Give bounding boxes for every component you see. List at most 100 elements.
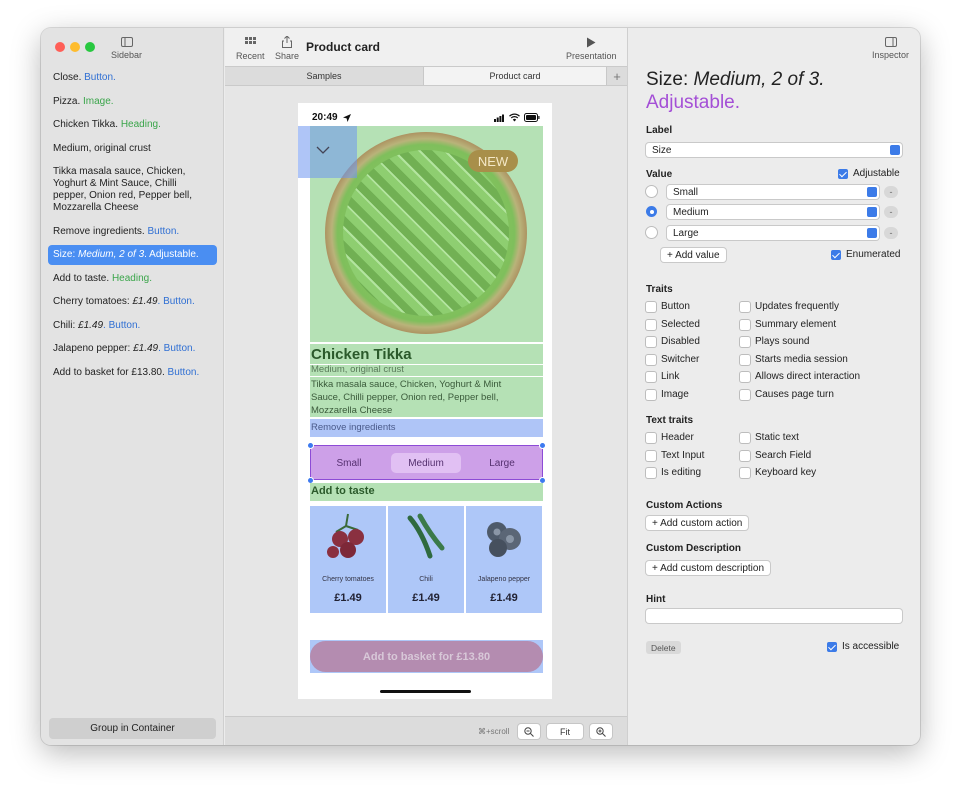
value-field-large[interactable]: Large [667, 226, 879, 240]
trait-checkbox[interactable] [646, 337, 656, 348]
list-item-selected[interactable]: Size: Medium, 2 of 3. Adjustable. [48, 245, 217, 265]
trait-label: Static text [755, 432, 799, 443]
list-item[interactable]: Chili: £1.49. Button. [48, 316, 217, 336]
trait-checkbox[interactable] [740, 433, 750, 443]
canvas-area: Recent Share Product card Presentation S… [225, 28, 627, 745]
trait-checkbox[interactable] [740, 372, 750, 383]
trait-checkbox[interactable] [646, 354, 656, 365]
trait-checkbox[interactable] [646, 468, 656, 479]
inspector-toggle-button[interactable]: Inspector [872, 37, 909, 60]
trait-checkbox[interactable] [646, 390, 656, 400]
add-value-button[interactable]: + Add value [661, 248, 726, 262]
trait-checkbox[interactable] [740, 468, 750, 479]
recent-button[interactable]: Recent [236, 37, 265, 61]
close-button[interactable] [298, 126, 357, 178]
hint-input[interactable] [646, 609, 902, 623]
topping-cherry-tomatoes[interactable]: Cherry tomatoes £1.49 [310, 506, 386, 613]
resize-handle[interactable] [539, 442, 546, 449]
location-icon [343, 114, 351, 122]
add-custom-description-button[interactable]: + Add custom description [646, 561, 771, 575]
list-item[interactable]: Close. Button. [48, 68, 217, 88]
list-item[interactable]: Chicken Tikka. Heading. [48, 115, 217, 135]
trait-checkbox[interactable] [646, 450, 656, 461]
add-to-basket-button[interactable]: Add to basket for £13.80 [310, 640, 543, 673]
trait-checkbox[interactable] [740, 390, 750, 400]
label-field[interactable]: Size [646, 143, 902, 157]
list-item[interactable]: Add to taste. Heading. [48, 269, 217, 289]
sidebar-toggle-button[interactable]: Sidebar [111, 37, 142, 60]
size-option-medium[interactable]: Medium [391, 453, 461, 473]
list-item[interactable]: Jalapeno pepper: £1.49. Button. [48, 339, 217, 359]
minimize-window-button[interactable] [70, 42, 80, 52]
zoom-in-icon [596, 726, 606, 737]
list-item[interactable]: Add to basket for £13.80. Button. [48, 363, 217, 383]
trait-checkbox[interactable] [740, 450, 750, 461]
enumerated-checkbox[interactable] [831, 250, 841, 260]
trait-checkbox[interactable] [646, 372, 656, 383]
list-item[interactable]: Medium, original crust [48, 139, 217, 159]
list-item[interactable]: Remove ingredients. Button. [48, 222, 217, 242]
topping-price: £1.49 [490, 592, 518, 604]
value-radio-large[interactable] [646, 227, 657, 238]
element-summary-title: Size: Medium, 2 of 3. Adjustable. [646, 69, 825, 113]
topping-name: Jalapeno pepper [477, 576, 531, 583]
scroll-hint: ⌘+scroll [478, 727, 510, 736]
value-field-medium[interactable]: Medium [667, 205, 879, 219]
trait-checkbox[interactable] [740, 337, 750, 348]
chevron-down-icon [867, 228, 877, 238]
trait-label: Starts media session [755, 353, 848, 365]
trait-checkbox[interactable] [740, 354, 750, 365]
value-radio-medium[interactable] [646, 206, 657, 217]
is-accessible-checkbox[interactable] [827, 642, 837, 652]
topping-name: Chili [419, 576, 433, 583]
add-custom-action-button[interactable]: + Add custom action [646, 516, 749, 530]
custom-description-section-title: Custom Description [646, 543, 742, 554]
zoom-in-button[interactable] [590, 724, 612, 739]
trait-checkbox[interactable] [646, 319, 656, 330]
trait-checkbox[interactable] [740, 302, 750, 312]
sidebar: Sidebar Close. Button. Pizza. Image. Chi… [41, 28, 224, 745]
remove-value-button[interactable]: - [884, 186, 898, 198]
size-option-small[interactable]: Small [319, 453, 379, 473]
adjustable-checkbox[interactable] [838, 169, 848, 179]
trait-label: Causes page turn [755, 389, 834, 400]
value-radio-small[interactable] [646, 186, 657, 197]
chevron-down-icon [867, 187, 877, 197]
add-tab-button[interactable]: + [607, 67, 627, 85]
zoom-out-button[interactable] [518, 724, 540, 739]
resize-handle[interactable] [307, 442, 314, 449]
share-label: Share [275, 51, 300, 61]
trait-checkbox[interactable] [646, 433, 656, 443]
trait-checkbox[interactable] [646, 302, 656, 312]
document-toolbar: Recent Share Product card Presentation [225, 28, 627, 66]
inspector-icon [884, 37, 897, 47]
presentation-button[interactable]: Presentation [566, 37, 617, 61]
chili-icon [407, 513, 445, 559]
tab-samples[interactable]: Samples [225, 67, 424, 85]
size-segmented-control[interactable]: Small Medium Large [310, 445, 543, 480]
topping-chili[interactable]: Chili £1.49 [388, 506, 464, 613]
remove-ingredients-button[interactable]: Remove ingredients [310, 419, 543, 437]
chevron-down-icon [316, 146, 330, 154]
trait-checkbox[interactable] [740, 319, 750, 330]
list-item[interactable]: Tikka masala sauce, Chicken, Yoghurt & M… [48, 162, 217, 218]
trait-label: Search Field [755, 449, 812, 461]
remove-value-button[interactable]: - [884, 227, 898, 239]
tab-product-card[interactable]: Product card [424, 67, 607, 85]
list-item[interactable]: Pizza. Image. [48, 92, 217, 112]
add-to-taste-highlight: Add to taste [310, 483, 543, 501]
share-button[interactable]: Share [275, 36, 299, 61]
presentation-label: Presentation [566, 51, 617, 61]
zoom-window-button[interactable] [85, 42, 95, 52]
cellular-signal-icon [494, 114, 504, 122]
close-window-button[interactable] [55, 42, 65, 52]
remove-value-button[interactable]: - [884, 206, 898, 218]
group-in-container-button[interactable]: Group in Container [49, 718, 216, 739]
home-indicator [380, 690, 471, 693]
size-option-large[interactable]: Large [473, 453, 531, 473]
value-field-small[interactable]: Small [667, 185, 879, 199]
delete-button[interactable]: Delete [646, 641, 681, 654]
topping-jalapeno-pepper[interactable]: Jalapeno pepper £1.49 [466, 506, 542, 613]
zoom-fit-button[interactable]: Fit [547, 724, 583, 739]
list-item[interactable]: Cherry tomatoes: £1.49. Button. [48, 292, 217, 312]
